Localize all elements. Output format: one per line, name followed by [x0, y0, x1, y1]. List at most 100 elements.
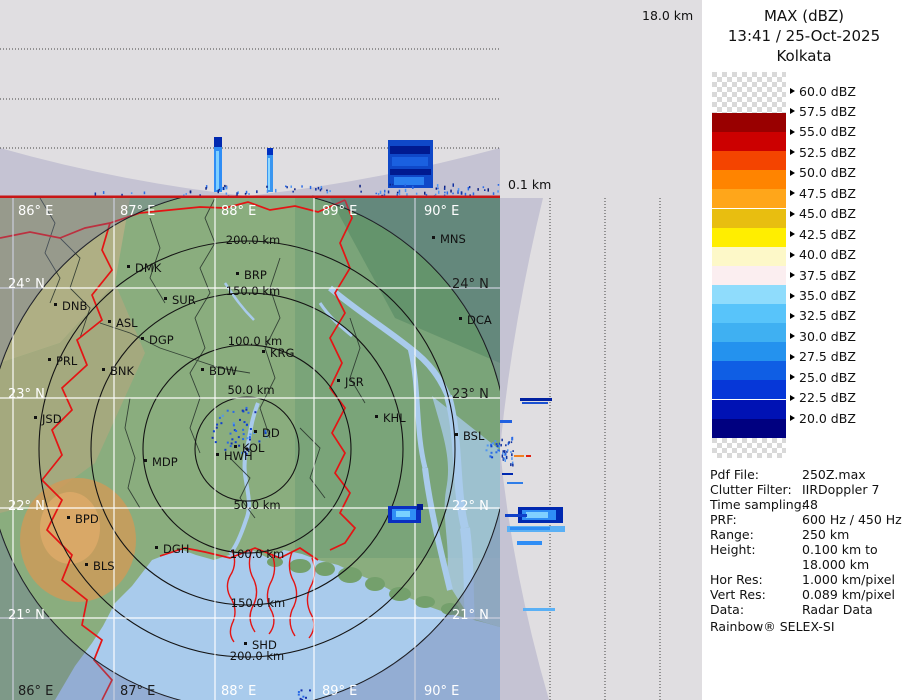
legend-threshold-label: 45.0 dBZ [790, 206, 856, 221]
city-label: BNK [110, 364, 134, 378]
city-label: DD [262, 426, 280, 440]
city-dot [144, 459, 147, 462]
legend-threshold-text: 57.5 dBZ [799, 103, 856, 119]
city-label: MDP [152, 455, 178, 469]
latitude-label-left: 23° N [8, 387, 45, 402]
legend-threshold-text: 25.0 dBZ [799, 369, 856, 385]
legend-threshold-label: 35.0 dBZ [790, 288, 856, 303]
city-label: SHD [252, 638, 277, 652]
range-ring-label: 50.0 km [233, 498, 280, 512]
longitude-label-top: 88° E [221, 204, 256, 219]
legend-arrow-icon [790, 374, 795, 381]
legend-swatch [712, 265, 786, 285]
city-label: ASL [116, 316, 138, 330]
legend-threshold-label: 30.0 dBZ [790, 328, 856, 344]
city-label: HWH [224, 449, 253, 463]
legend-threshold-text: 32.5 dBZ [799, 308, 856, 324]
legend-swatch [712, 113, 786, 133]
city-label: BPD [75, 512, 99, 526]
city-dot [432, 236, 435, 239]
metadata-value: IIRDoppler 7 [802, 482, 880, 497]
legend-swatch [712, 361, 786, 381]
legend-threshold-text: 52.5 dBZ [799, 144, 856, 160]
legend-arrow-icon [790, 149, 795, 156]
legend-threshold-label: 27.5 dBZ [790, 349, 856, 364]
legend-threshold-label: 57.5 dBZ [790, 103, 856, 119]
city-label: SUR [172, 293, 196, 307]
legend-threshold-label: 37.5 dBZ [790, 268, 856, 283]
legend-arrow-icon [790, 108, 795, 115]
city-dot [108, 320, 111, 323]
legend-threshold-text: 60.0 dBZ [799, 83, 856, 99]
legend-swatch [712, 208, 786, 228]
latitude-label-left: 21° N [8, 608, 45, 623]
city-dot [155, 546, 158, 549]
legend-swatch [712, 189, 786, 209]
right-strip-background [500, 198, 702, 700]
metadata-label: Range: [710, 527, 754, 542]
legend-swatch [712, 227, 786, 247]
metadata-row: Time sampling:48 [710, 497, 902, 512]
city-dot [234, 445, 237, 448]
legend-arrow-icon [790, 251, 795, 258]
legend-swatch [712, 342, 786, 362]
legend-threshold-label: 32.5 dBZ [790, 308, 856, 324]
city-dot [141, 337, 144, 340]
city-label: KHL [383, 411, 406, 425]
legend-threshold-text: 55.0 dBZ [799, 124, 856, 140]
legend-threshold-text: 35.0 dBZ [799, 288, 856, 303]
metadata-value: 48 [802, 497, 818, 512]
legend-threshold-label: 55.0 dBZ [790, 124, 856, 140]
legend-threshold-text: 22.5 dBZ [799, 390, 856, 406]
legend-swatch-transparent-top [712, 72, 786, 113]
longitude-label-top: 90° E [424, 204, 459, 219]
range-ring-label: 200.0 km [226, 233, 280, 247]
legend-threshold-label: 52.5 dBZ [790, 144, 856, 160]
legend-swatch [712, 132, 786, 152]
legend-arrow-icon [790, 292, 795, 299]
city-dot [164, 297, 167, 300]
city-label: BLS [93, 559, 115, 573]
metadata-label: Height: [710, 542, 756, 557]
metadata-label: Vert Res: [710, 587, 766, 602]
metadata-value: Radar Data [802, 602, 873, 617]
product-title: MAX (dBZ) [763, 7, 845, 25]
legend-swatch [712, 170, 786, 190]
height-axis-min-label: 0.1 km [508, 177, 552, 192]
legend-threshold-text: 30.0 dBZ [799, 328, 856, 344]
latitude-label-right: 22° N [452, 499, 489, 514]
longitude-label-top: 89° E [322, 204, 357, 219]
legend-threshold-label: 47.5 dBZ [790, 185, 856, 201]
metadata-row: Pdf File: 250Z.max [710, 467, 902, 482]
city-dot [54, 303, 57, 306]
city-label: KRG [270, 346, 294, 360]
top-profile-strip [0, 0, 500, 198]
city-dot [459, 317, 462, 320]
legend-arrow-icon [790, 88, 795, 94]
city-label: DNB [62, 299, 87, 313]
legend-swatch [712, 151, 786, 171]
legend-arrow-icon [790, 128, 795, 135]
metadata-label: Time sampling: [710, 497, 806, 512]
city-label: DMK [135, 261, 162, 275]
legend-swatch [712, 380, 786, 400]
city-dot [337, 379, 340, 382]
city-dot [455, 433, 458, 436]
latitude-label-left: 22° N [8, 499, 45, 514]
legend-threshold-text: 47.5 dBZ [799, 185, 856, 201]
legend-swatch [712, 284, 786, 304]
legend-swatch [712, 246, 786, 266]
city-label: BRP [244, 268, 267, 282]
radar-app-window: 18.0 km 0.1 km 200.0 km 150.0 km 100.0 k… [0, 0, 906, 700]
longitude-label-bottom: 89° E [322, 684, 357, 699]
longitude-label-bottom: 86° E [18, 684, 53, 699]
city-dot [236, 272, 239, 275]
city-dot [127, 265, 130, 268]
longitude-label-bottom: 90° E [424, 684, 459, 699]
legend-threshold-label: 60.0 dBZ [790, 83, 856, 99]
city-label: MNS [440, 232, 466, 246]
longitude-label-bottom: 87° E [120, 684, 155, 699]
legend-arrow-icon [790, 169, 795, 176]
metadata-row: Hor Res: 1.000 km/pixel [710, 572, 902, 587]
legend-arrow-icon [790, 231, 795, 238]
